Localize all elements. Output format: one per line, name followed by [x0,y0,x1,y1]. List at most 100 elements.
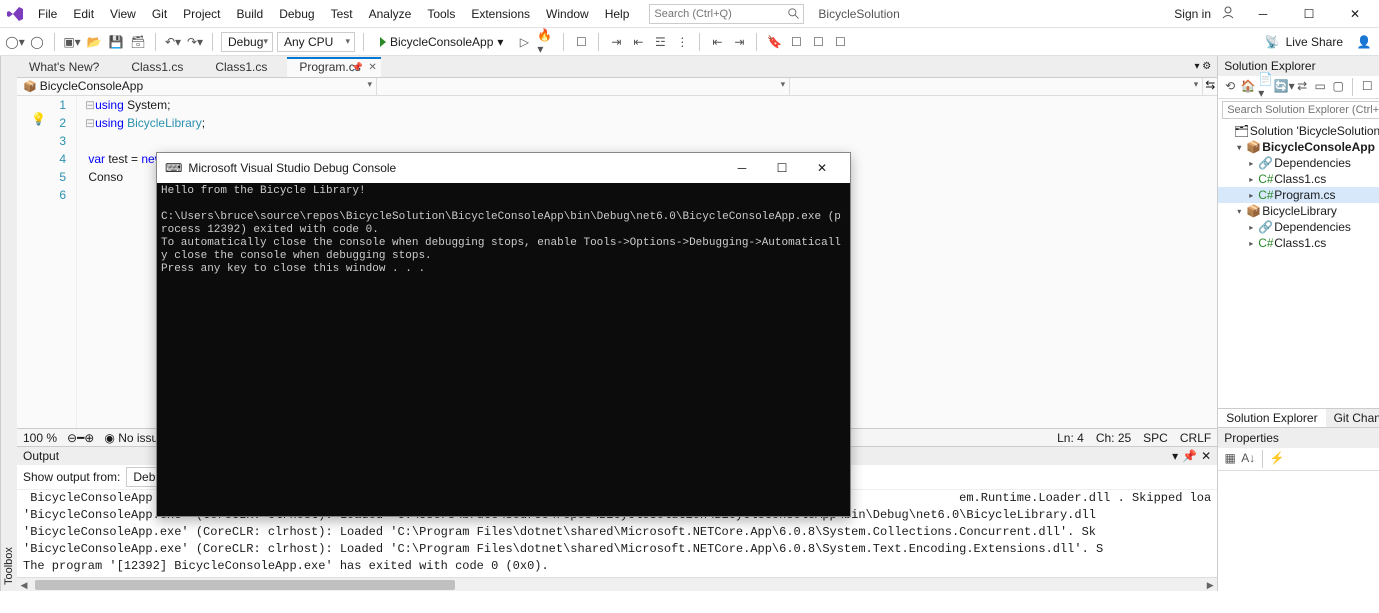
nav-fwd-icon[interactable]: ◯ [28,33,46,51]
console-close-button[interactable]: ✕ [802,153,842,183]
find-icon[interactable]: ☲ [651,33,669,51]
menu-analyze[interactable]: Analyze [361,3,420,25]
step-icon-2[interactable]: ⇤ [629,33,647,51]
tab-git-changes[interactable]: Git Changes [1326,409,1379,427]
zoom-slider-icon[interactable]: ⊖━⊕ [67,431,94,445]
output-pin-icon[interactable]: 📌 [1182,449,1197,463]
se-search[interactable]: 🔍▾ [1222,101,1379,119]
pin-icon[interactable]: 📌 [351,62,362,73]
menu-project[interactable]: Project [175,3,228,25]
tree-project-library[interactable]: ▾📦BicycleLibrary [1218,203,1379,219]
props-cat-icon[interactable]: ▦ [1222,450,1238,466]
global-search[interactable] [649,4,804,24]
nav-crumb-namespace[interactable] [377,78,790,95]
tab-class1-b[interactable]: Class1.cs [203,57,287,77]
open-icon[interactable]: 📂 [85,33,103,51]
misc-icon-2[interactable]: ☐ [809,33,827,51]
output-dropdown-icon[interactable]: ▾ [1172,449,1178,463]
bookmark-icon[interactable]: 🔖 [765,33,783,51]
props-events-icon[interactable]: ⚡ [1269,450,1285,466]
tab-whatsnew[interactable]: What's New? [17,57,119,77]
menu-debug[interactable]: Debug [271,3,322,25]
output-close-icon[interactable]: ✕ [1201,449,1211,463]
scroll-left-icon[interactable]: ◀ [17,578,31,592]
save-icon[interactable]: 💾 [107,33,125,51]
se-home-icon[interactable]: ⟲ [1222,78,1238,94]
config-dropdown[interactable]: Debug [221,32,273,52]
se-icon-7[interactable]: ▢ [1330,78,1346,94]
indent-icon[interactable]: ⇥ [730,33,748,51]
feedback-icon[interactable]: 👤 [1355,33,1373,51]
new-project-icon[interactable]: ▣▾ [63,33,81,51]
console-titlebar[interactable]: ⌨ Microsoft Visual Studio Debug Console … [157,153,850,183]
start-without-debug-icon[interactable]: ▷ [515,33,533,51]
se-icon-8[interactable]: ☐ [1359,78,1375,94]
misc-icon-3[interactable]: ☐ [831,33,849,51]
tree-program[interactable]: ▸C#Program.cs [1218,187,1379,203]
tree-class1-b[interactable]: ▸C#Class1.cs [1218,235,1379,251]
comment-icon[interactable]: ⋮ [673,33,691,51]
se-icon-5[interactable]: ⇄ [1294,78,1310,94]
search-input[interactable] [650,8,787,20]
nav-crumb-project[interactable]: 📦 BicycleConsoleApp [17,78,377,95]
live-share-button[interactable]: 📡 Live Share [1257,35,1351,49]
zoom-level[interactable]: 100 % [23,431,57,445]
se-home2-icon[interactable]: 🏠 [1240,78,1256,94]
menu-view[interactable]: View [102,3,144,25]
tree-deps-2[interactable]: ▸🔗Dependencies [1218,219,1379,235]
tree-solution-root[interactable]: 🗂Solution 'BicycleSolution' (2 of 2 proj… [1218,123,1379,139]
se-search-input[interactable] [1223,104,1379,116]
indent-mode[interactable]: SPC [1143,431,1168,445]
menu-window[interactable]: Window [538,3,597,25]
console-output[interactable]: Hello from the Bicycle Library! C:\Users… [157,183,850,516]
window-close-button[interactable]: ✕ [1337,0,1373,28]
console-minimize-button[interactable]: ─ [722,153,762,183]
menu-help[interactable]: Help [597,3,638,25]
browser-icon[interactable]: ☐ [572,33,590,51]
platform-dropdown[interactable]: Any CPU [277,32,355,52]
hot-reload-icon[interactable]: 🔥▾ [537,33,555,51]
toolbox-tab[interactable]: Toolbox [0,56,17,591]
debug-console-window[interactable]: ⌨ Microsoft Visual Studio Debug Console … [156,152,851,517]
undo-icon[interactable]: ↶▾ [164,33,182,51]
se-sync-icon[interactable]: 📄▾ [1258,78,1274,94]
tab-class1-a[interactable]: Class1.cs [119,57,203,77]
se-icon-6[interactable]: ▭ [1312,78,1328,94]
menu-tools[interactable]: Tools [419,3,463,25]
tab-solution-explorer[interactable]: Solution Explorer [1218,409,1325,427]
se-icon-4[interactable]: 🔄▾ [1276,78,1292,94]
start-debug-button[interactable]: BicycleConsoleApp ▾ [372,32,511,52]
window-maximize-button[interactable]: ☐ [1291,0,1327,28]
menu-test[interactable]: Test [323,3,361,25]
scroll-thumb[interactable] [35,580,455,590]
tab-program[interactable]: Program.cs📌✕ [287,57,380,77]
menu-git[interactable]: Git [144,3,175,25]
nav-crumb-member[interactable] [790,78,1203,95]
menu-extensions[interactable]: Extensions [463,3,538,25]
signin-link[interactable]: Sign in [1174,7,1211,21]
close-icon[interactable]: ✕ [368,62,376,73]
tree-project-console[interactable]: ▾📦BicycleConsoleApp [1218,139,1379,155]
split-icon[interactable]: ⇆ [1203,78,1217,95]
misc-icon-1[interactable]: ☐ [787,33,805,51]
props-alpha-icon[interactable]: A↓ [1240,450,1256,466]
menu-build[interactable]: Build [229,3,272,25]
redo-icon[interactable]: ↷▾ [186,33,204,51]
step-icon[interactable]: ⇥ [607,33,625,51]
lightbulb-icon[interactable]: 💡 [31,110,46,128]
tree-class1-a[interactable]: ▸C#Class1.cs [1218,171,1379,187]
nav-back-icon[interactable]: ◯▾ [6,33,24,51]
window-minimize-button[interactable]: ─ [1245,0,1281,28]
console-maximize-button[interactable]: ☐ [762,153,802,183]
tab-overflow-icon[interactable]: ▾ ⚙ [1188,61,1217,72]
tree-deps-1[interactable]: ▸🔗Dependencies [1218,155,1379,171]
eol-mode[interactable]: CRLF [1180,431,1211,445]
output-hscroll[interactable]: ◀ ▶ [17,577,1217,591]
menu-file[interactable]: File [30,3,65,25]
outdent-icon[interactable]: ⇤ [708,33,726,51]
save-all-icon[interactable]: 🗃 [129,33,147,51]
solution-tree[interactable]: 🗂Solution 'BicycleSolution' (2 of 2 proj… [1218,121,1379,408]
scroll-right-icon[interactable]: ▶ [1203,578,1217,592]
signin-icon[interactable] [1221,5,1235,22]
menu-edit[interactable]: Edit [65,3,102,25]
